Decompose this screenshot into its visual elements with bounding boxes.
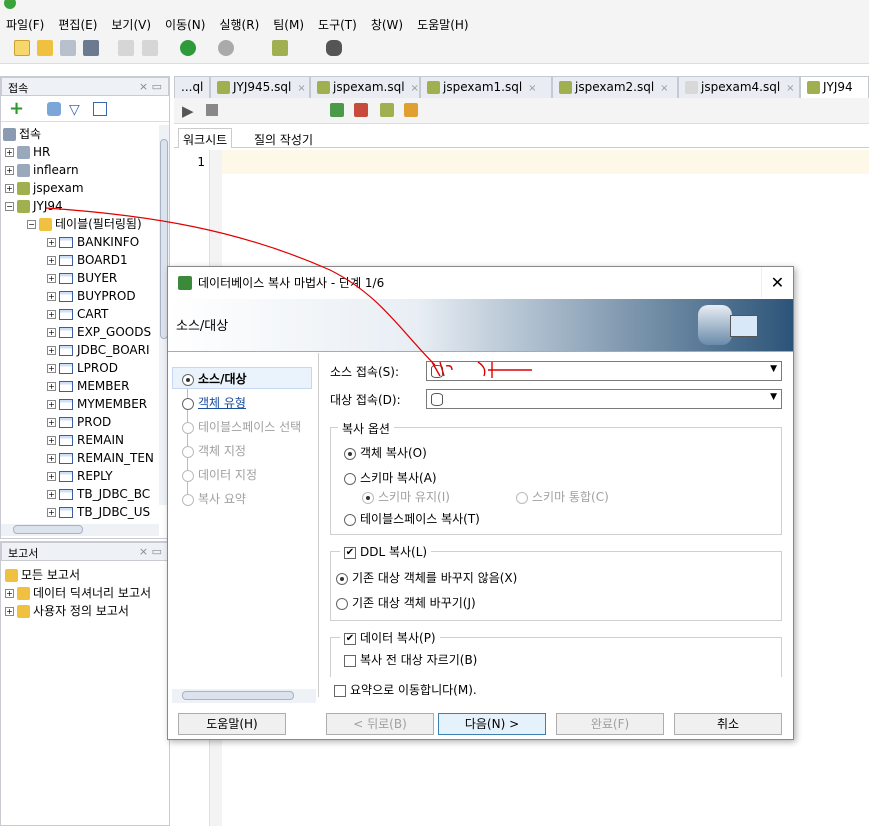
annotation-arrow-line (45, 207, 436, 366)
annotation-scribble (431, 361, 532, 378)
red-annotation (45, 207, 532, 378)
